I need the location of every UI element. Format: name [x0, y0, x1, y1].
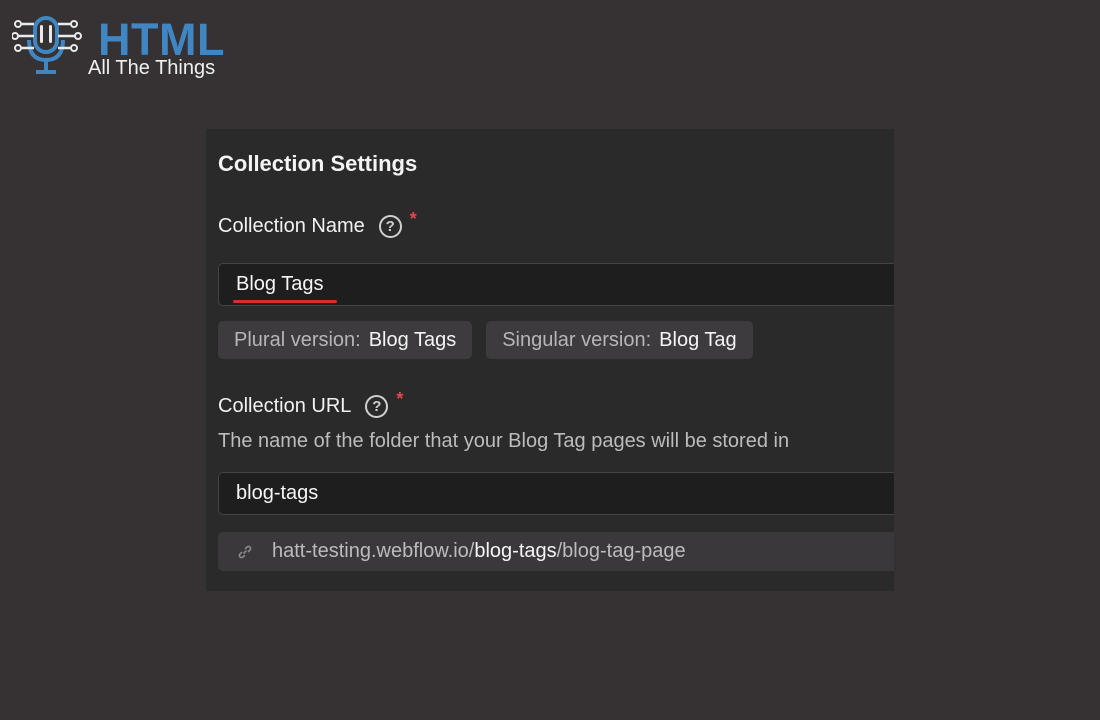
link-icon — [238, 545, 252, 558]
collection-url-input[interactable]: blog-tags — [218, 472, 894, 515]
name-variants: Plural version: Blog Tags Singular versi… — [218, 321, 753, 359]
collection-name-value: Blog Tags — [236, 273, 324, 295]
url-folder: blog-tags — [474, 540, 557, 562]
singular-version-key: Singular version: — [502, 328, 652, 351]
help-icon[interactable]: ? — [365, 395, 389, 418]
microphone-circuit-icon — [12, 16, 82, 74]
url-preview: hatt-testing.webflow.io/blog-tags/blog-t… — [218, 532, 894, 571]
required-indicator: * — [396, 389, 404, 409]
logo-subtitle: All The Things — [88, 57, 216, 79]
plural-version-value: Blog Tags — [368, 328, 457, 351]
panel-title: Collection Settings — [218, 151, 418, 176]
spellcheck-underline — [233, 300, 337, 303]
plural-version-key: Plural version: — [234, 328, 361, 351]
url-page: /blog-tag-page — [556, 540, 686, 562]
singular-version-value: Blog Tag — [659, 328, 737, 351]
collection-url-value: blog-tags — [236, 482, 319, 504]
url-domain: hatt-testing.webflow.io/ — [272, 540, 475, 562]
singular-version-chip: Singular version: Blog Tag — [486, 321, 753, 359]
collection-url-label: Collection URL ? * — [218, 389, 403, 418]
plural-version-chip: Plural version: Blog Tags — [218, 321, 473, 359]
help-icon[interactable]: ? — [378, 215, 402, 238]
collection-settings-panel: Collection Settings Collection Name ? * … — [206, 129, 894, 591]
collection-url-label-text: Collection URL — [218, 395, 352, 417]
collection-name-input[interactable]: Blog Tags — [218, 263, 894, 306]
collection-name-label-text: Collection Name — [218, 215, 365, 237]
required-indicator: * — [409, 209, 417, 229]
collection-name-label: Collection Name ? * — [218, 209, 417, 238]
logo: HTML All The Things — [12, 14, 242, 84]
url-preview-text: hatt-testing.webflow.io/blog-tags/blog-t… — [272, 540, 686, 563]
collection-url-help-text: The name of the folder that your Blog Ta… — [218, 430, 790, 452]
